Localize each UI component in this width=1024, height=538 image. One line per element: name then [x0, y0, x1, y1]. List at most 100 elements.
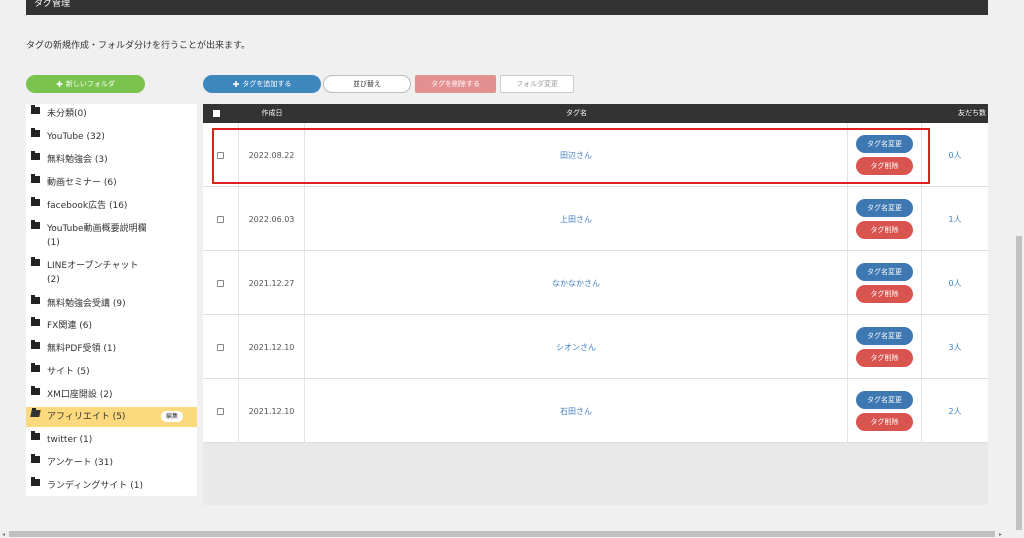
folder-icon [31, 431, 40, 440]
folder-icon [31, 128, 40, 137]
folder-icon [31, 477, 40, 486]
delete-row-tag-button[interactable]: タグ削除 [856, 413, 913, 431]
row-tag-name[interactable]: シオンさん [305, 315, 848, 379]
plus-icon: ✚ [56, 79, 63, 89]
sidebar-folder-item[interactable]: LINEオープンチャット (2) [26, 256, 197, 290]
delete-row-tag-button[interactable]: タグ削除 [856, 349, 913, 367]
scroll-left-icon[interactable]: ◂ [2, 531, 5, 538]
sidebar-folder-item[interactable]: サイト (5) [26, 362, 197, 382]
vertical-scrollbar[interactable] [1014, 0, 1024, 530]
delete-row-tag-button[interactable]: タグ削除 [856, 285, 913, 303]
row-friends-count[interactable]: 0人 [922, 251, 988, 315]
sidebar-folder-item[interactable]: YouTube動画概要説明欄 (1) [26, 219, 197, 253]
sidebar-folder-label: 無料勉強会 (3) [47, 155, 108, 165]
row-checkbox[interactable] [217, 407, 224, 415]
rename-tag-button[interactable]: タグ名変更 [856, 391, 913, 409]
new-folder-button[interactable]: ✚ 新しいフォルダ [26, 75, 145, 93]
horizontal-scrollbar[interactable]: ◂ ▸ [0, 530, 1024, 538]
folder-icon [31, 454, 40, 463]
folder-icon [31, 174, 40, 183]
row-friends-count[interactable]: 2人 [922, 379, 988, 443]
sidebar-folder-item[interactable]: 無料勉強会受講 (9) [26, 294, 197, 314]
edit-folder-button[interactable]: 編集 [160, 411, 183, 422]
folder-icon [31, 257, 40, 266]
row-friends-count[interactable]: 3人 [922, 315, 988, 379]
row-checkbox[interactable] [217, 279, 224, 287]
sidebar-folder-item[interactable]: YouTube (32) [26, 127, 197, 147]
folder-icon [31, 363, 40, 372]
row-date: 2022.08.22 [239, 123, 305, 187]
folder-icon [31, 220, 40, 229]
row-checkbox[interactable] [217, 343, 224, 351]
page-description: タグの新規作成・フォルダ分けを行うことが出来ます。 [26, 41, 251, 51]
sidebar-folder-item[interactable]: 動画セミナー (6) [26, 173, 197, 193]
row-date: 2021.12.10 [239, 379, 305, 443]
row-checkbox-cell [203, 187, 239, 251]
folder-icon [31, 151, 40, 160]
rename-tag-button[interactable]: タグ名変更 [856, 263, 913, 281]
row-date: 2021.12.10 [239, 315, 305, 379]
sidebar-folder-item[interactable]: twitter (1) [26, 430, 197, 450]
delete-tag-label: タグを削除する [431, 80, 480, 88]
delete-row-tag-button[interactable]: タグ削除 [856, 157, 913, 175]
row-checkbox-cell [203, 315, 239, 379]
column-header-date[interactable]: 作成日 [239, 104, 305, 123]
row-checkbox[interactable] [217, 151, 224, 159]
folder-change-button[interactable]: フォルダ変更 [500, 75, 574, 93]
table-row: 2021.12.10 シオンさん タグ名変更 タグ削除 3人 [203, 315, 988, 379]
column-header-friends[interactable]: 友だち数 [922, 104, 988, 123]
folder-icon [31, 317, 40, 326]
column-header-tag-name[interactable]: タグ名 [305, 104, 848, 123]
scroll-right-icon[interactable]: ▸ [999, 531, 1002, 538]
select-all-checkbox[interactable] [213, 110, 220, 117]
sidebar-folder-label: サイト (5) [47, 367, 90, 377]
add-tag-label: タグを追加する [242, 80, 292, 88]
delete-tag-button[interactable]: タグを削除する [415, 75, 496, 93]
row-checkbox[interactable] [217, 215, 224, 223]
folder-icon [31, 340, 40, 349]
sidebar-folder-item[interactable]: アンケート (31) [26, 453, 197, 473]
sidebar-folder-item[interactable]: アフィリエイト (5) 編集 [26, 407, 197, 427]
sidebar-folder-label: 無料勉強会受講 (9) [47, 299, 126, 309]
folder-change-label: フォルダ変更 [516, 80, 558, 88]
sort-label: 並び替え [353, 80, 381, 88]
sidebar-folder-item[interactable]: 未分類(0) [26, 104, 197, 124]
row-friends-count[interactable]: 1人 [922, 187, 988, 251]
sidebar-folder-item[interactable]: FX関連 (6) [26, 316, 197, 336]
sidebar-folder-label: アフィリエイト (5) [47, 412, 126, 422]
sidebar-folder-item[interactable]: XM口座開設 (2) [26, 385, 197, 405]
sidebar-folder-item[interactable]: 無料勉強会 (3) [26, 150, 197, 170]
row-checkbox-cell [203, 251, 239, 315]
row-tag-name[interactable]: 田辺さん [305, 123, 848, 187]
row-friends-count[interactable]: 0人 [922, 123, 988, 187]
delete-row-tag-button[interactable]: タグ削除 [856, 221, 913, 239]
sidebar-folder-label: アンケート (31) [47, 458, 113, 468]
page-title: タグ管理 [34, 0, 71, 9]
row-tag-name[interactable]: なかなかさん [305, 251, 848, 315]
row-tag-name[interactable]: 石田さん [305, 379, 848, 443]
plus-icon: ✚ [232, 79, 240, 89]
row-tag-name[interactable]: 上田さん [305, 187, 848, 251]
add-tag-button[interactable]: ✚ タグを追加する [203, 75, 321, 93]
rename-tag-button[interactable]: タグ名変更 [856, 199, 913, 217]
sidebar-folder-item[interactable]: 無料PDF受領 (1) [26, 339, 197, 359]
folder-icon [31, 197, 40, 206]
table-row: 2022.06.03 上田さん タグ名変更 タグ削除 1人 [203, 187, 988, 251]
tag-table-area: 作成日 タグ名 友だち数 2022.08.22 田辺さん タグ名変更 タグ削除 0人 20… [203, 104, 988, 505]
sidebar-folder-label: 未分類(0) [47, 109, 87, 119]
vertical-scroll-thumb[interactable] [1016, 236, 1022, 530]
rename-tag-button[interactable]: タグ名変更 [856, 135, 913, 153]
folder-sidebar: 未分類(0) YouTube (32) 無料勉強会 (3) 動画セミナー (6) fac… [26, 104, 197, 496]
sort-button[interactable]: 並び替え [323, 75, 411, 93]
horizontal-scroll-thumb[interactable] [9, 531, 995, 537]
table-row: 2021.12.10 石田さん タグ名変更タグ削除 2人 [203, 379, 988, 443]
table-row: 2021.12.27 なかなかさん タグ名変更 タグ削除 0人 [203, 251, 988, 315]
table-body: 2022.08.22 田辺さん タグ名変更 タグ削除 0人 2022.06.03 上田さんタ… [203, 123, 988, 443]
sidebar-folder-item[interactable]: facebook広告 (16) [26, 196, 197, 216]
table-row: 2022.08.22 田辺さん タグ名変更タグ削除 0人 [203, 123, 988, 187]
page-header: タグ管理 [26, 0, 988, 15]
row-actions: タグ名変更 タグ削除 [848, 315, 922, 379]
sidebar-folder-label: YouTube (32) [47, 132, 105, 142]
rename-tag-button[interactable]: タグ名変更 [856, 327, 913, 345]
sidebar-folder-item[interactable]: ランディングサイト (1) [26, 476, 197, 496]
